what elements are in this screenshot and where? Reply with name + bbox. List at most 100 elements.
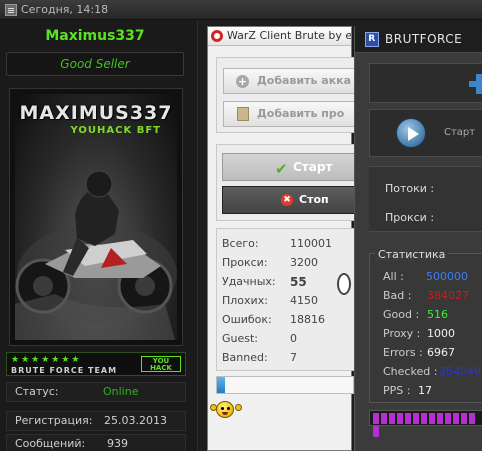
status-label: Статус: [15, 385, 59, 398]
avatar-title: MAXIMUS337 [19, 102, 173, 124]
stats-title: Статистика [375, 248, 449, 261]
messages-value[interactable]: 939 [107, 435, 128, 451]
mid-window-title: WarZ Client Brute by e [227, 29, 351, 42]
progress-segment [437, 413, 443, 424]
registration-row: Регистрация: 25.03.2013 [6, 411, 186, 431]
team-label: BRUTE FORCE TEAM [11, 366, 118, 375]
app-r-icon: R [365, 32, 379, 47]
play-icon [396, 118, 426, 148]
user-panel: Maximus337 Good Seller MAXIMUS337 YOUHAC… [0, 20, 198, 451]
post-icon [5, 3, 17, 16]
start-tile-label: Старт [444, 127, 476, 138]
team-stars: ★★★★★★★ [11, 355, 82, 365]
stop-icon: ✖ [281, 194, 293, 206]
proxy-label: Прокси : [385, 211, 435, 224]
stat-value: 384027 [427, 289, 469, 302]
progress-segment [461, 413, 467, 424]
start-button[interactable]: ✔ Старт [222, 153, 357, 181]
stat-bad: Bad : 384027 [383, 289, 469, 305]
stat-label: Ошибок: [222, 313, 272, 326]
add-proxy-label: Добавить про [257, 107, 345, 120]
stat-label: Guest: [222, 332, 259, 345]
stat-row-proxies: Прокси: 3200 [222, 256, 352, 274]
user-title: Good Seller [6, 52, 184, 76]
stat-row-guest: Guest: 0 [222, 332, 352, 350]
status-value: Online [103, 385, 139, 398]
progress-segment [469, 413, 475, 424]
team-badge: YOU HACK [141, 356, 181, 372]
stat-value: 3200 [290, 256, 318, 269]
stat-value: 1000 [427, 327, 455, 340]
team-userbar: ★★★★★★★ BRUTE FORCE TEAM YOU HACK [6, 352, 186, 376]
stat-label: PPS : [383, 384, 411, 397]
stat-row-banned: Banned: 7 [222, 351, 352, 369]
start-label: Старт [293, 160, 333, 174]
smiley-hand-right [235, 404, 242, 411]
username-link[interactable]: Maximus337 [0, 28, 190, 44]
progress-segment [413, 413, 419, 424]
add-icon: + [236, 75, 249, 88]
stat-proxy: Proxy : 1000 [383, 327, 455, 343]
post-date: Сегодня, 14:18 [21, 3, 109, 16]
stat-label: Плохих: [222, 294, 268, 307]
post-header: Сегодня, 14:18 [0, 0, 482, 20]
stat-value: 7 [290, 351, 297, 364]
status-row: Статус: Online [6, 382, 186, 402]
stat-label: All : [383, 270, 404, 283]
progress-segment [429, 413, 435, 424]
registration-label: Регистрация: [15, 414, 93, 427]
progress-segment [405, 413, 411, 424]
motorcycle-image [15, 170, 177, 340]
stat-value: 17 [418, 384, 432, 397]
right-window-titlebar[interactable]: R BRUTFORCE [355, 26, 482, 53]
stat-value: 516 [427, 308, 448, 321]
stat-pps: PPS : 17 [383, 384, 432, 400]
start-tile-button[interactable]: Старт [369, 109, 482, 157]
stop-label: Стоп [299, 193, 329, 206]
stat-row-total: Всего: 110001 [222, 237, 352, 255]
add-accounts-label: Добавить акка [257, 74, 352, 87]
stat-label: Errors : [383, 346, 423, 359]
add-proxy-button[interactable]: Добавить про [223, 101, 358, 127]
stat-checked: Checked :384049 [383, 365, 481, 381]
stat-errors: Errors : 6967 [383, 346, 455, 362]
add-accounts-button[interactable]: + Добавить акка [223, 68, 358, 94]
avatar[interactable]: MAXIMUS337 YOUHACK BFT [15, 94, 177, 340]
progress-segment [397, 413, 403, 424]
mid-progress-bar [216, 376, 354, 394]
avatar-subtitle: YOUHACK BFT [70, 125, 161, 136]
stat-value: 110001 [290, 237, 332, 250]
stat-good: Good : 516 [383, 308, 448, 324]
stat-row-success: Удачных: 55 [222, 275, 352, 293]
stat-value: 55 [290, 275, 307, 289]
stat-label: Checked : [383, 365, 438, 378]
stat-row-errors: Ошибок: 18816 [222, 313, 352, 331]
document-icon [237, 107, 249, 121]
stat-value: 384049 [439, 365, 481, 378]
mid-window-titlebar[interactable]: WarZ Client Brute by e [208, 27, 351, 46]
progress-segment [421, 413, 427, 424]
registration-value: 25.03.2013 [104, 414, 167, 427]
progress-segment [453, 413, 459, 424]
right-progress-bar [369, 410, 482, 437]
stop-button[interactable]: ✖ Стоп [222, 186, 357, 214]
stat-label: Banned: [222, 351, 268, 364]
stat-all: All : 500000 [383, 270, 468, 286]
warz-brute-window: WarZ Client Brute by e + Добавить акка Д… [207, 26, 358, 451]
resize-knob[interactable] [337, 273, 351, 295]
stat-value: 0 [290, 332, 297, 345]
messages-row: Сообщений: 939 [6, 434, 186, 451]
add-tile-button[interactable] [369, 63, 482, 103]
check-icon: ✔ [275, 160, 288, 178]
stat-label: Всего: [222, 237, 259, 250]
plus-icon [469, 74, 482, 94]
right-window-title: BRUTFORCE [385, 32, 463, 46]
stat-value: 18816 [290, 313, 325, 326]
progress-segment [445, 413, 451, 424]
params-panel: Потоки : Прокси : [369, 166, 482, 232]
mid-progress-fill [217, 377, 226, 393]
team-badge-line2: HACK [150, 364, 172, 372]
stat-label: Удачных: [222, 275, 276, 288]
stat-label: Прокси: [222, 256, 268, 269]
progress-segment [373, 413, 379, 424]
